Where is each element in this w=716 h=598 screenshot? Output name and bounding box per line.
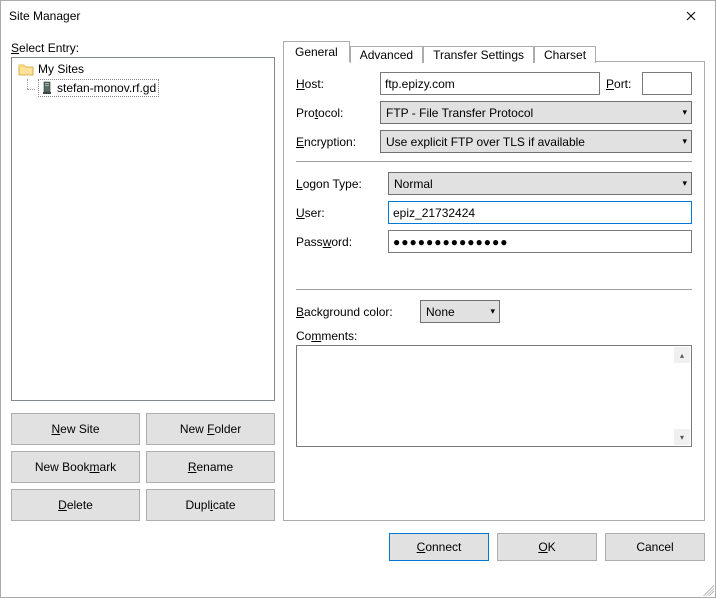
password-label: Password: bbox=[296, 235, 382, 249]
duplicate-button[interactable]: Duplicate bbox=[146, 489, 275, 521]
scroll-down-button[interactable]: ▾ bbox=[674, 429, 690, 445]
comments-label: Comments: bbox=[296, 329, 692, 343]
logon-type-value: Normal bbox=[394, 177, 433, 191]
delete-button[interactable]: Delete bbox=[11, 489, 140, 521]
logon-type-select[interactable]: Normal ▾ bbox=[388, 172, 692, 195]
ok-button[interactable]: OK bbox=[497, 533, 597, 561]
tree-selected-site[interactable]: stefan-monov.rf.gd bbox=[38, 79, 159, 97]
tab-strip: General Advanced Transfer Settings Chars… bbox=[283, 37, 705, 61]
folder-icon bbox=[18, 62, 34, 76]
left-panel: Select Entry: My Sites bbox=[11, 37, 275, 521]
port-input[interactable] bbox=[642, 72, 692, 95]
background-color-label: Background color: bbox=[296, 305, 414, 319]
close-button[interactable] bbox=[668, 2, 713, 30]
encryption-value: Use explicit FTP over TLS if available bbox=[386, 135, 585, 149]
protocol-label: Protocol: bbox=[296, 106, 374, 120]
divider bbox=[296, 289, 692, 290]
close-icon bbox=[686, 11, 696, 21]
encryption-label: Encryption: bbox=[296, 135, 374, 149]
background-color-select[interactable]: None ▾ bbox=[420, 300, 500, 323]
protocol-select[interactable]: FTP - File Transfer Protocol ▾ bbox=[380, 101, 692, 124]
tab-page-general: Host: Port: Protocol: FTP - File Transfe… bbox=[283, 61, 705, 521]
tree-site-item[interactable]: stefan-monov.rf.gd bbox=[12, 78, 274, 98]
tab-general[interactable]: General bbox=[283, 41, 350, 62]
password-input[interactable] bbox=[388, 230, 692, 253]
window-title: Site Manager bbox=[9, 9, 80, 23]
chevron-down-icon: ▾ bbox=[682, 136, 687, 147]
new-site-button[interactable]: New Site bbox=[11, 413, 140, 445]
host-label: Host: bbox=[296, 77, 374, 91]
background-color-value: None bbox=[426, 305, 455, 319]
logon-type-label: Logon Type: bbox=[296, 177, 382, 191]
bottom-button-bar: Connect OK Cancel bbox=[1, 521, 715, 573]
divider bbox=[296, 161, 692, 162]
encryption-select[interactable]: Use explicit FTP over TLS if available ▾ bbox=[380, 130, 692, 153]
new-bookmark-button[interactable]: New Bookmark bbox=[11, 451, 140, 483]
scroll-up-button[interactable]: ▴ bbox=[674, 347, 690, 363]
chevron-down-icon: ▾ bbox=[490, 306, 495, 317]
tab-advanced[interactable]: Advanced bbox=[350, 46, 423, 63]
comments-textarea[interactable]: ▴ ▾ bbox=[296, 345, 692, 447]
tab-transfer-settings[interactable]: Transfer Settings bbox=[423, 46, 534, 63]
user-input[interactable] bbox=[388, 201, 692, 224]
site-tree[interactable]: My Sites stefan-monov.rf.gd bbox=[11, 57, 275, 401]
tree-site-label: stefan-monov.rf.gd bbox=[57, 81, 156, 95]
port-label: Port: bbox=[606, 77, 636, 91]
new-folder-button[interactable]: New Folder bbox=[146, 413, 275, 445]
cancel-button[interactable]: Cancel bbox=[605, 533, 705, 561]
tree-root-my-sites[interactable]: My Sites bbox=[12, 60, 274, 78]
host-input[interactable] bbox=[380, 72, 600, 95]
left-button-grid: New Site New Folder New Bookmark Rename … bbox=[11, 413, 275, 521]
user-label: User: bbox=[296, 206, 382, 220]
chevron-down-icon: ▾ bbox=[682, 178, 687, 189]
select-entry-label: Select Entry: bbox=[11, 41, 275, 55]
rename-button[interactable]: Rename bbox=[146, 451, 275, 483]
tree-elbow-icon bbox=[22, 79, 36, 97]
resize-grip[interactable] bbox=[700, 582, 714, 596]
title-bar: Site Manager bbox=[1, 1, 715, 31]
server-icon bbox=[41, 81, 53, 95]
connect-button[interactable]: Connect bbox=[389, 533, 489, 561]
chevron-down-icon: ▾ bbox=[682, 107, 687, 118]
tree-root-label: My Sites bbox=[38, 62, 84, 76]
right-panel: General Advanced Transfer Settings Chars… bbox=[283, 37, 705, 521]
tab-charset[interactable]: Charset bbox=[534, 46, 596, 63]
protocol-value: FTP - File Transfer Protocol bbox=[386, 106, 533, 120]
